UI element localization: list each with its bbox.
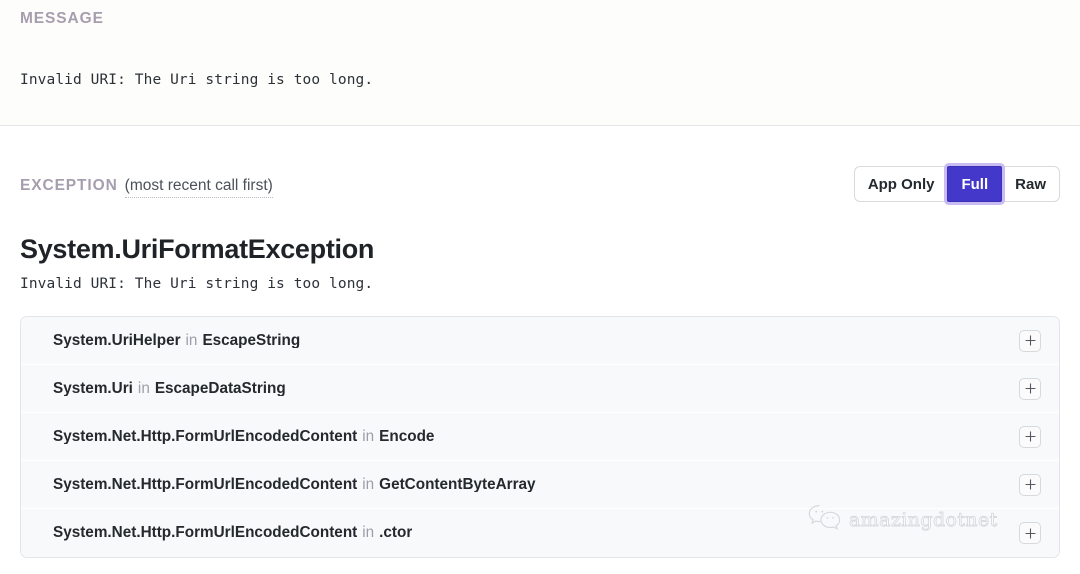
- stacktrace-view-mode-group[interactable]: App Only Full Raw: [853, 166, 1060, 202]
- stack-frame-class: System.Net.Http.FormUrlEncodedContent: [53, 476, 358, 493]
- stack-frame-method: GetContentByteArray: [379, 476, 536, 493]
- message-section-label: MESSAGE: [20, 10, 104, 27]
- message-section: MESSAGE Invalid URI: The Uri string is t…: [0, 0, 1080, 126]
- stack-frame-signature: System.Net.Http.FormUrlEncodedContent in G…: [53, 477, 536, 492]
- stack-frame-class: System.Uri: [53, 380, 133, 397]
- stack-frame-list: System.UriHelper in EscapeString System.Ur…: [20, 316, 1060, 559]
- exception-heading-group: EXCEPTION (most recent call first): [20, 178, 273, 198]
- stack-frame-method: EscapeString: [202, 332, 301, 349]
- message-text: Invalid URI: The Uri string is too long.: [20, 72, 374, 88]
- stack-frame-row[interactable]: System.Net.Http.FormUrlEncodedContent in.…: [21, 509, 1059, 558]
- plus-icon[interactable]: [1019, 377, 1041, 400]
- stack-frame-in-keyword: in: [362, 476, 375, 493]
- stack-frame-signature: System.Net.Http.FormUrlEncodedContent in E…: [53, 429, 434, 444]
- stack-frame-class: System.Net.Http.FormUrlEncodedContent: [53, 428, 358, 445]
- stack-frame-method: EscapeDataString: [154, 380, 286, 397]
- exception-section-label: EXCEPTION: [20, 177, 118, 194]
- plus-icon[interactable]: [1019, 522, 1041, 545]
- stack-frame-row[interactable]: System.Net.Http.FormUrlEncodedContent in E…: [21, 413, 1059, 462]
- stack-frame-class: System.Net.Http.FormUrlEncodedContent: [53, 525, 358, 541]
- exception-type-title: System.UriFormatException: [20, 234, 375, 264]
- stack-frame-in-keyword: in: [137, 380, 150, 397]
- stack-frame-in-keyword: in: [185, 332, 198, 349]
- stack-frame-signature: System.Net.Http.FormUrlEncodedContent in.…: [53, 525, 412, 540]
- plus-icon[interactable]: [1019, 425, 1041, 448]
- stack-frame-row[interactable]: System.Net.Http.FormUrlEncodedContent in G…: [21, 461, 1059, 510]
- stack-frame-method: .ctor: [379, 525, 413, 541]
- plus-icon[interactable]: [1019, 473, 1041, 496]
- stack-frame-class: System.UriHelper: [53, 332, 181, 349]
- stack-frame-signature: System.Uri in EscapeDataString: [53, 381, 286, 396]
- exception-header: EXCEPTION (most recent call first) App O…: [0, 126, 1080, 234]
- view-mode-raw-button[interactable]: Raw: [1002, 166, 1060, 202]
- exception-order-hint[interactable]: (most recent call first): [124, 178, 273, 198]
- view-mode-full-button[interactable]: Full: [947, 166, 1003, 202]
- exception-detail-block: System.UriFormatException Invalid URI: T…: [0, 234, 1080, 292]
- stack-frame-row[interactable]: System.Uri in EscapeDataString: [21, 365, 1059, 414]
- view-mode-app-only-button[interactable]: App Only: [853, 166, 948, 202]
- stack-frame-row[interactable]: System.UriHelper in EscapeString: [21, 317, 1059, 366]
- stack-frame-in-keyword: in: [362, 525, 375, 541]
- stack-frame-in-keyword: in: [362, 428, 375, 445]
- stack-frame-method: Encode: [379, 428, 435, 445]
- stack-frame-signature: System.UriHelper in EscapeString: [53, 333, 300, 348]
- exception-message-text: Invalid URI: The Uri string is too long.: [20, 276, 374, 293]
- plus-icon[interactable]: [1019, 329, 1041, 352]
